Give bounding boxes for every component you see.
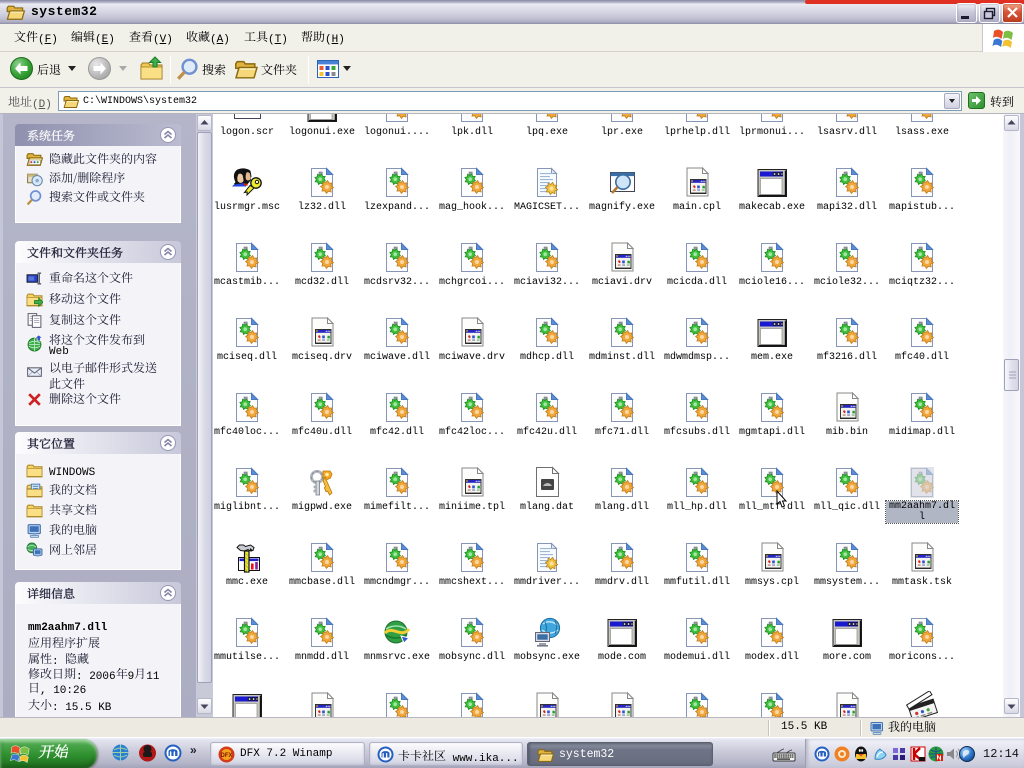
svg-text:DFX: DFX [221,753,233,759]
